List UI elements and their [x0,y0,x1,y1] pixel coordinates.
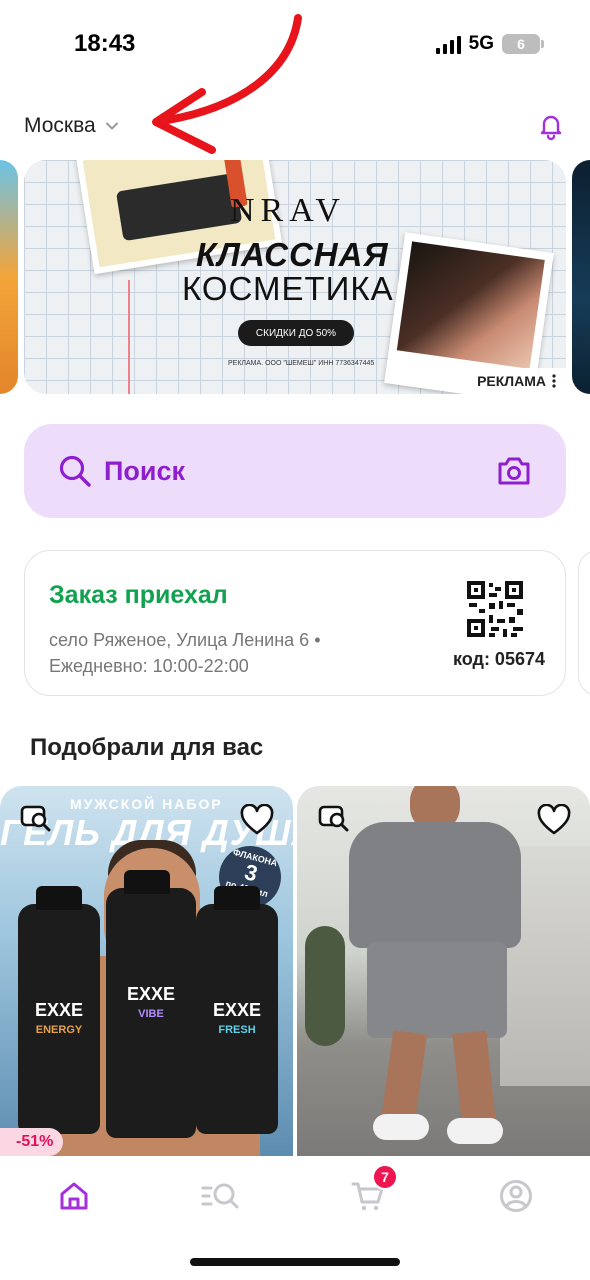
status-indicators: 5G 6 [435,33,544,55]
product-bottle: EXXE ENERGY [18,886,100,1134]
bell-icon[interactable] [536,111,566,141]
ad-label[interactable]: РЕКЛАМА [467,368,566,394]
pickup-point-info: село Ряженое, Улица Ленина 6 • Ежедневно… [49,627,321,679]
product-image-tshirt [349,822,521,948]
discount-badge: -51% [0,1128,64,1156]
product-image-shorts [367,942,507,1038]
bottle-brand: EXXE [212,1000,262,1020]
pickup-hours: Ежедневно: 10:00-22:00 [49,656,249,676]
order-card[interactable]: Заказ приехал село Ряженое, Улица Ленина… [24,550,566,696]
home-icon [60,1182,88,1210]
chevron-down-icon [105,122,118,130]
product-bottle: EXXE VIBE [106,870,196,1138]
city-name: Москва [24,114,96,137]
bottle-variant: VIBE [138,1008,164,1020]
battery-icon: 6 [502,34,544,54]
order-status: Заказ приехал [49,581,228,609]
next-order-card[interactable] [578,550,590,696]
camera-icon[interactable] [496,454,532,488]
banner-decor-line [128,280,130,394]
bottle-variant: FRESH [218,1024,256,1036]
product-image-tag: МУЖСКОЙ НАБОР [70,796,223,812]
location-header: Москва [24,108,566,144]
search-label: Поиск [104,455,186,486]
tab-catalog[interactable] [198,1174,242,1218]
product-image-leg [380,1030,428,1124]
banner-carousel[interactable]: NRAV КЛАССНАЯ КОСМЕТИКА СКИДКИ ДО 50% РЕ… [0,160,590,394]
banner-brand: NRAV [230,192,346,229]
bottle-brand: EXXE [34,1000,84,1020]
product-image-leg [452,1030,496,1124]
battery-level: 6 [517,36,525,52]
ad-label-text: РЕКЛАМА [477,373,546,389]
search-bar[interactable]: Поиск [24,424,566,518]
more-vertical-icon [552,374,556,388]
favorite-heart-icon[interactable] [537,804,571,836]
similar-search-icon[interactable] [318,804,352,834]
banner-slide[interactable]: NRAV КЛАССНАЯ КОСМЕТИКА СКИДКИ ДО 50% РЕ… [24,160,566,394]
bottle-variant: ENERGY [35,1024,83,1036]
home-indicator [190,1258,400,1266]
tab-home[interactable] [52,1174,96,1218]
profile-icon [500,1180,532,1212]
similar-search-icon[interactable] [20,804,54,834]
banner-prev-slide[interactable] [0,160,18,394]
search-icon [59,455,91,487]
product-image-sneaker [447,1118,503,1144]
tab-bar: 7 [0,1156,590,1280]
banner-legal-text: РЕКЛАМА. ООО "ШЕМЕШ" ИНН 7736347445 [228,360,375,367]
banner-title-line2: КОСМЕТИКА [182,270,394,307]
order-code: код: 05674 [452,649,545,669]
cart-count-badge: 7 [372,1164,398,1190]
product-image-sneaker [373,1114,429,1140]
section-title-recommendations: Подобрали для вас [30,734,264,761]
product-bottle: EXXE FRESH [196,886,278,1134]
qr-code-icon[interactable] [467,581,523,637]
bottle-brand: EXXE [126,984,176,1004]
signal-icon [435,34,461,54]
banner-discount-pill: СКИДКИ ДО 50% [238,320,354,346]
product-image-tree [305,926,345,1046]
product-card[interactable] [297,786,590,1156]
status-time: 18:43 [74,30,136,57]
pickup-address: село Ряженое, Улица Ленина 6 • [49,630,321,650]
tab-cart[interactable]: 7 [346,1164,398,1218]
catalog-search-icon [201,1183,239,1209]
tab-profile[interactable] [494,1174,538,1218]
city-selector[interactable]: Москва [24,114,120,138]
favorite-heart-icon[interactable] [240,804,274,836]
banner-next-slide[interactable] [572,160,590,394]
banner-title-line1: КЛАССНАЯ [196,236,389,273]
network-label: 5G [468,33,494,54]
